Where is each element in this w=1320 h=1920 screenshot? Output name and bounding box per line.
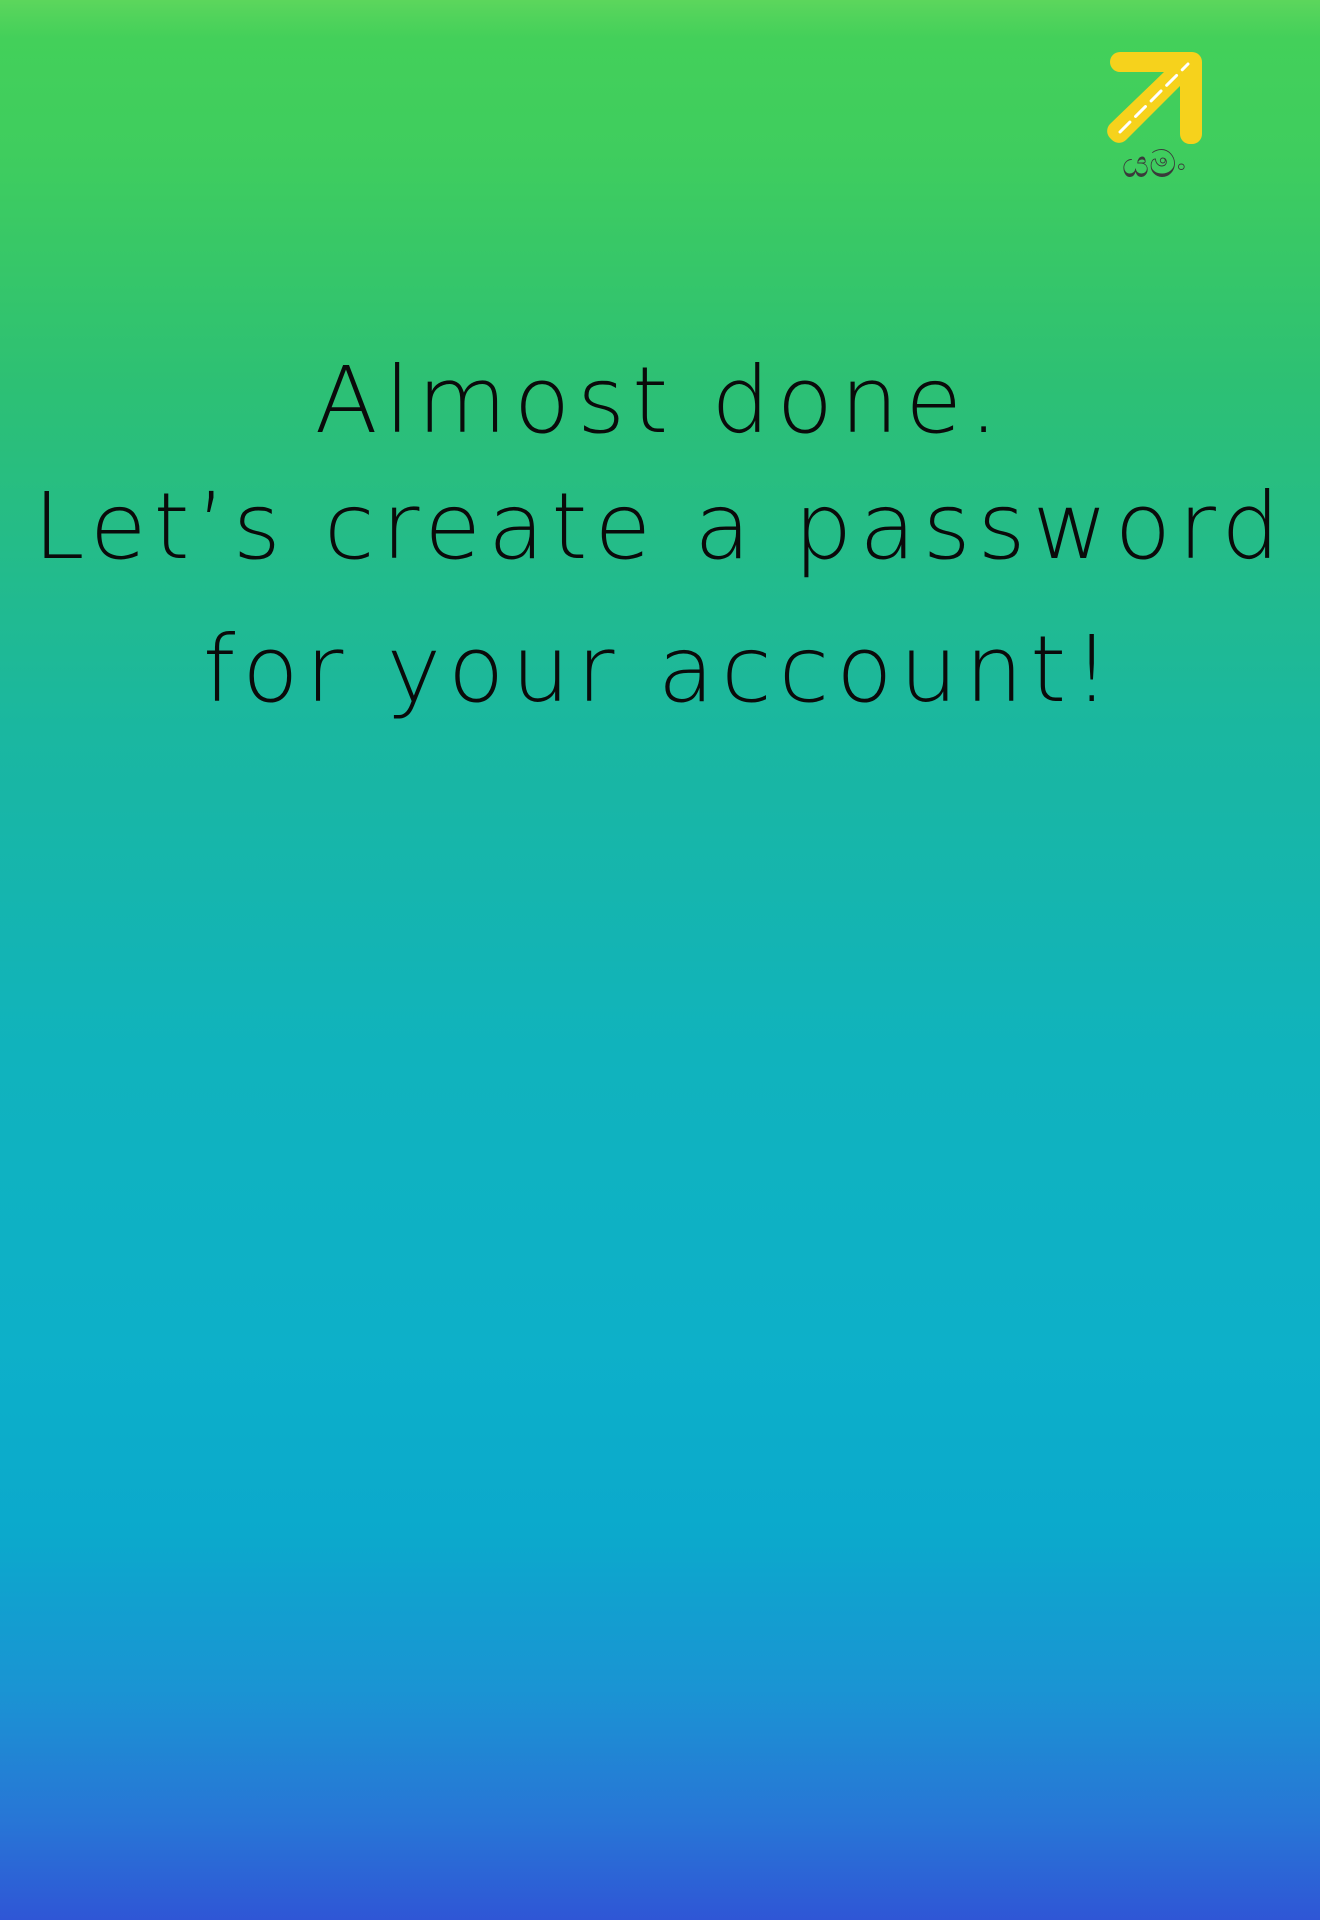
onboarding-screen: යමං Almost done. Let’s create a password… (0, 0, 1320, 1920)
logo-wordmark: යමං (1121, 142, 1187, 186)
arrow-up-right-icon (1107, 52, 1202, 144)
headline-line-3: for your account! (202, 616, 1118, 723)
headline-line-1: Almost done. (314, 347, 1006, 454)
headline: Almost done. Let’s create a password for… (0, 338, 1320, 750)
headline-line-2: Let’s create a password (33, 473, 1287, 580)
app-logo: යමං (1100, 46, 1208, 186)
